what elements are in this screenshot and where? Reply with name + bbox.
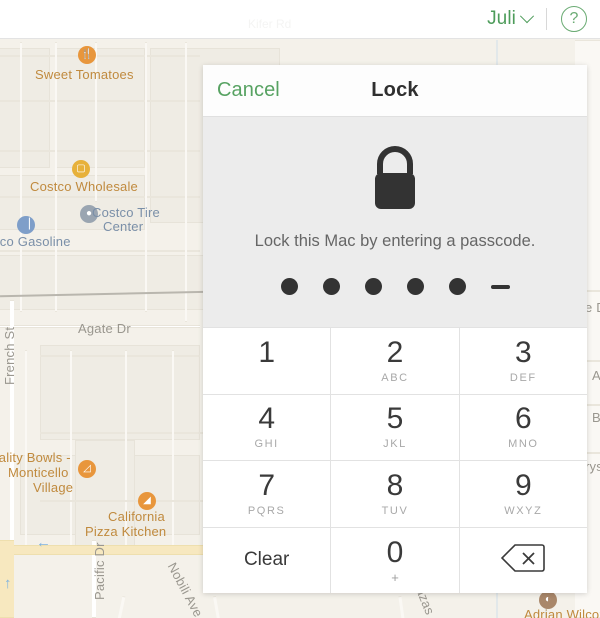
key-digit: 6 bbox=[514, 402, 532, 436]
map-label: Sweet Tomatoes bbox=[35, 67, 134, 82]
cancel-button[interactable]: Cancel bbox=[217, 79, 280, 102]
map-label: tco Gasoline bbox=[0, 234, 71, 249]
key-letters: MNO bbox=[508, 438, 539, 451]
direction-arrow-icon: ← bbox=[36, 534, 51, 551]
key-digit: 9 bbox=[514, 468, 532, 502]
key-digit: 5 bbox=[386, 402, 404, 436]
map-road bbox=[40, 355, 200, 357]
pizza-icon: ◢ bbox=[138, 492, 156, 510]
map-label: Nobili Ave bbox=[164, 560, 206, 618]
help-icon[interactable]: ? bbox=[561, 6, 587, 32]
dialog-header: Cancel Lock bbox=[203, 65, 587, 117]
map-road bbox=[0, 55, 200, 57]
toolbar-divider bbox=[546, 8, 547, 30]
map-road bbox=[0, 100, 200, 102]
map-label: Adrian Wilcox bbox=[524, 607, 600, 618]
key-digit: 2 bbox=[386, 335, 404, 369]
clear-label: Clear bbox=[243, 549, 290, 571]
passcode-dot-filled bbox=[322, 278, 340, 295]
map-road bbox=[185, 42, 187, 322]
passcode-dot-empty bbox=[490, 284, 510, 289]
map-road bbox=[95, 42, 97, 202]
passcode-dot-filled bbox=[406, 278, 424, 295]
direction-arrow-icon: ↑ bbox=[4, 575, 12, 592]
map-label: Village bbox=[33, 480, 74, 495]
key-digit: 1 bbox=[258, 335, 275, 369]
map-road bbox=[145, 42, 147, 312]
map-road bbox=[117, 595, 126, 618]
map-road bbox=[398, 595, 405, 618]
map-road bbox=[172, 350, 174, 550]
keypad-delete-button[interactable] bbox=[459, 527, 587, 593]
shopping-icon: ▢ bbox=[72, 160, 90, 178]
key-letters: DEF bbox=[509, 371, 537, 384]
map-label: Center bbox=[103, 219, 144, 234]
top-bar: Kifer Rd Juli ? bbox=[0, 0, 600, 39]
key-letters: WXYZ bbox=[504, 504, 543, 517]
keypad-key-5[interactable]: 5 JKL bbox=[331, 394, 459, 460]
keypad-clear-button[interactable]: Clear bbox=[203, 527, 331, 593]
map-road bbox=[212, 595, 221, 618]
gas-station-icon: ▕ bbox=[17, 216, 35, 234]
map-road bbox=[20, 42, 22, 312]
key-letters: ABC bbox=[381, 371, 409, 384]
keypad-key-9[interactable]: 9 WXYZ bbox=[459, 461, 587, 527]
keypad-key-3[interactable]: 3 DEF bbox=[459, 328, 587, 394]
map-label: Agate Dr bbox=[78, 321, 131, 336]
keypad-key-2[interactable]: 2 ABC bbox=[331, 328, 459, 394]
map-label: French St bbox=[2, 326, 17, 385]
map-road bbox=[40, 500, 205, 502]
map-highway bbox=[0, 545, 220, 555]
map-label: rys bbox=[585, 459, 600, 474]
map-road bbox=[55, 42, 57, 312]
juice-bar-icon: ◿ bbox=[78, 460, 96, 478]
padlock-closed-icon bbox=[366, 144, 424, 217]
passcode-indicator bbox=[280, 278, 510, 295]
map-label: Costco Tire bbox=[92, 205, 160, 220]
map-label: Pizza Kitchen bbox=[85, 524, 167, 539]
key-digit: 0 bbox=[386, 536, 404, 570]
map-label: e D bbox=[585, 300, 600, 315]
backspace-delete-icon bbox=[501, 543, 546, 578]
map-road bbox=[0, 196, 200, 198]
passcode-dot-filled bbox=[448, 278, 466, 295]
key-digit: 3 bbox=[514, 335, 532, 369]
map-parcel bbox=[40, 345, 200, 440]
map-label: tality Bowls - bbox=[0, 450, 71, 465]
keypad-key-6[interactable]: 6 MNO bbox=[459, 394, 587, 460]
key-plus-label: + bbox=[391, 570, 399, 586]
map-label: A bbox=[592, 368, 600, 383]
keypad-key-0[interactable]: 0 + bbox=[331, 527, 459, 593]
keypad-key-1[interactable]: 1 bbox=[203, 328, 331, 394]
faint-map-text: Kifer Rd bbox=[248, 17, 292, 31]
keypad: 1 2 ABC 3 DEF 4 GHI 5 JKL 6 MNO 7 PQRS 8 bbox=[203, 327, 587, 593]
dialog-body: Lock this Mac by entering a passcode. bbox=[203, 117, 587, 327]
key-letters: TUV bbox=[381, 504, 409, 517]
key-letters: PQRS bbox=[247, 504, 286, 517]
key-digit: 7 bbox=[258, 468, 275, 502]
key-letters: GHI bbox=[254, 438, 279, 451]
keypad-key-8[interactable]: 8 TUV bbox=[331, 461, 459, 527]
map-label: California bbox=[108, 509, 165, 524]
keypad-key-7[interactable]: 7 PQRS bbox=[203, 461, 331, 527]
account-menu[interactable]: Juli bbox=[487, 8, 535, 30]
map-label: B bbox=[592, 410, 600, 425]
key-letters: JKL bbox=[383, 438, 407, 451]
map-parcel bbox=[0, 255, 220, 310]
passcode-dot-filled bbox=[280, 278, 298, 295]
key-digit: 4 bbox=[258, 402, 275, 436]
account-name: Juli bbox=[487, 8, 516, 29]
lock-prompt: Lock this Mac by entering a passcode. bbox=[254, 232, 536, 250]
keypad-key-4[interactable]: 4 GHI bbox=[203, 394, 331, 460]
map-road bbox=[0, 150, 200, 152]
restaurant-icon: 🍴 bbox=[78, 46, 96, 64]
map-label: Costco Wholesale bbox=[30, 179, 138, 194]
lock-dialog: Cancel Lock Lock this Mac by entering a … bbox=[203, 65, 587, 593]
key-digit: 8 bbox=[386, 468, 404, 502]
map-label: Monticello bbox=[8, 465, 69, 480]
map-label: Pacific Dr bbox=[92, 542, 107, 600]
chevron-down-icon bbox=[519, 9, 535, 24]
map-road bbox=[0, 250, 200, 252]
passcode-dot-filled bbox=[364, 278, 382, 295]
